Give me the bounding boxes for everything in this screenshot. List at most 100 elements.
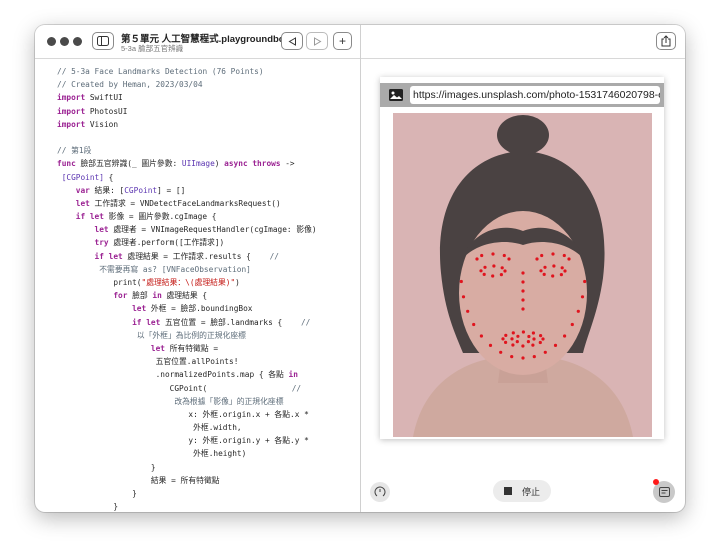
stop-button[interactable]: 停止: [493, 480, 551, 502]
landmark-dot: [521, 330, 525, 334]
playground-window: 第５單元 人工智慧程式.playgroundbook 5-3a 臉部五官辨識 +…: [35, 25, 685, 512]
sidebar-icon: [97, 36, 109, 46]
landmark-dot: [507, 257, 511, 261]
code-line[interactable]: import Vision: [57, 118, 357, 131]
code-token: y: 外框.origin.y + 各點.y *: [188, 436, 309, 446]
code-line[interactable]: if let 處理結果 = 工作請求.results { //: [57, 250, 357, 263]
code-line[interactable]: [57, 131, 357, 144]
code-token: 工作請求 = VNDetectFaceLandmarksRequest(): [89, 198, 281, 208]
share-button[interactable]: [656, 32, 676, 50]
landmark-dot: [521, 280, 525, 284]
code-line[interactable]: let 工作請求 = VNDetectFaceLandmarksRequest(…: [57, 197, 357, 210]
landmark-dot: [510, 337, 514, 341]
url-input[interactable]: https://images.unsplash.com/photo-153174…: [410, 86, 660, 104]
code-line[interactable]: 五官位置.allPoints!: [57, 355, 357, 368]
code-token: CGPoint(: [169, 383, 292, 393]
landmark-dot: [527, 334, 531, 339]
landmark-dot: [516, 334, 520, 338]
code-token: for: [113, 291, 128, 301]
code-line[interactable]: }: [57, 461, 357, 474]
code-line[interactable]: for 臉部 in 處理結果 {: [57, 289, 357, 302]
code-line[interactable]: [CGPoint] {: [57, 171, 357, 184]
code-token: throws: [252, 159, 281, 169]
sidebar-toggle-button[interactable]: [92, 32, 114, 50]
code-line[interactable]: // 第1段: [57, 144, 357, 157]
landmark-dot: [488, 343, 493, 347]
gauge-icon: [374, 486, 386, 497]
code-token: let: [75, 198, 90, 208]
code-token: 臉部五官辨識(_ 圖片參數:: [75, 159, 182, 169]
landmark-dot: [521, 307, 525, 311]
code-line[interactable]: import PhotosUI: [57, 105, 357, 118]
code-line[interactable]: func 臉部五官辨識(_ 圖片參數: UIImage) async throw…: [57, 157, 357, 170]
code-line[interactable]: 不需要再寫 as? [VNFaceObservation]: [57, 263, 357, 276]
landmark-dot: [504, 340, 508, 344]
face-photo: [393, 113, 652, 437]
code-token: async: [224, 159, 248, 169]
landmark-dot: [531, 331, 535, 335]
code-token: 不需要再寫 as? [VNFaceObservation]: [99, 264, 251, 274]
code-token: // Created by Heman, 2023/03/04: [57, 80, 203, 90]
code-line[interactable]: 以「外框」為比例的正規化座標: [57, 329, 357, 342]
code-line[interactable]: // 5-3a Face Landmarks Detection (76 Poi…: [57, 65, 357, 78]
landmark-dot: [576, 309, 580, 313]
code-line[interactable]: if let 影像 = 圖片參數.cgImage {: [57, 210, 357, 223]
landmark-dot: [551, 252, 555, 256]
landmark-dot: [539, 269, 543, 273]
code-token: ->: [280, 159, 295, 169]
code-line[interactable]: var 結果: [CGPoint] = []: [57, 184, 357, 197]
forward-button[interactable]: [306, 32, 328, 50]
code-line[interactable]: y: 外框.origin.y + 各點.y *: [57, 434, 357, 447]
code-line[interactable]: 外框.height): [57, 447, 357, 460]
landmark-dot: [551, 274, 555, 278]
landmark-dot: [466, 309, 470, 313]
speed-button[interactable]: [370, 482, 390, 502]
code-token: let: [146, 317, 161, 327]
code-line[interactable]: // Created by Heman, 2023/03/04: [57, 78, 357, 91]
landmark-dot: [501, 337, 505, 341]
code-token: [CGPoint]: [61, 172, 104, 182]
plus-icon: +: [338, 34, 346, 48]
landmark-dot: [535, 257, 539, 261]
code-token: 改為根據「影像」的正規化座標: [174, 396, 284, 406]
landmark-dot: [483, 265, 487, 269]
landmark-dot: [500, 266, 504, 270]
landmark-dot: [532, 355, 536, 359]
code-line[interactable]: if let 五官位置 = 臉部.landmarks { //: [57, 316, 357, 329]
pane-divider[interactable]: [360, 25, 361, 512]
landmark-dot: [531, 343, 535, 347]
landmark-dot: [542, 272, 546, 276]
code-editor[interactable]: // 5-3a Face Landmarks Detection (76 Poi…: [57, 65, 357, 512]
code-line[interactable]: CGPoint( //: [57, 382, 357, 395]
code-line[interactable]: import SwiftUI: [57, 91, 357, 104]
code-line[interactable]: x: 外框.origin.x + 各點.x *: [57, 408, 357, 421]
landmark-dot: [538, 340, 542, 345]
code-line[interactable]: .normalizedPoints.map { 各點 in: [57, 368, 357, 381]
close-window-button[interactable]: [47, 37, 56, 46]
code-line[interactable]: print("處理結果：\(處理結果)"): [57, 276, 357, 289]
code-line[interactable]: let 處理者 = VNImageRequestHandler(cgImage:…: [57, 223, 357, 236]
code-line[interactable]: }: [57, 500, 357, 512]
landmark-dot: [543, 265, 547, 269]
triangle-right-icon: [313, 36, 321, 46]
zoom-window-button[interactable]: [73, 37, 82, 46]
code-line[interactable]: 結果 = 所有特徵點: [57, 474, 357, 487]
code-line[interactable]: 外框.width,: [57, 421, 357, 434]
code-token: //: [269, 251, 279, 261]
add-button[interactable]: +: [333, 32, 352, 50]
back-button[interactable]: [281, 32, 303, 50]
photo-icon[interactable]: [389, 89, 403, 101]
landmark-dot: [510, 355, 514, 359]
code-token: func: [57, 159, 76, 169]
landmark-dot: [580, 295, 585, 299]
code-token: }: [132, 489, 137, 498]
landmark-dot: [515, 340, 519, 344]
code-line[interactable]: }: [57, 487, 357, 500]
code-line[interactable]: 改為根據「影像」的正規化座標: [57, 395, 357, 408]
stop-icon: [503, 487, 512, 495]
code-token: PhotosUI: [85, 106, 128, 116]
code-line[interactable]: let 外框 = 臉部.boundingBox: [57, 302, 357, 315]
minimize-window-button[interactable]: [60, 37, 69, 46]
code-line[interactable]: try 處理者.perform([工作請求]): [57, 236, 357, 249]
code-line[interactable]: let 所有特徵點 =: [57, 342, 357, 355]
